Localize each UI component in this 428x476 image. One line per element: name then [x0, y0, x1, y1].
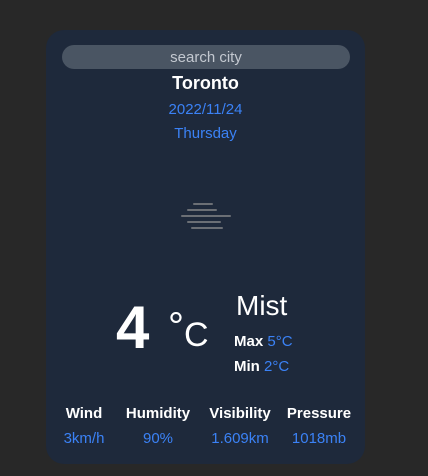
- mist-icon: [181, 203, 231, 229]
- unit-letter: C: [184, 316, 209, 354]
- stat-humidity: Humidity 90%: [126, 405, 190, 447]
- weather-condition: Mist: [236, 290, 288, 321]
- stat-value: 1.609km: [211, 430, 269, 447]
- date-text: 2022/11/24: [168, 101, 243, 118]
- weather-card: Toronto 2022/11/24 Thursday 4 °C Mist Ma…: [46, 30, 365, 464]
- degree-symbol: °: [168, 305, 184, 349]
- stat-pressure: Pressure 1018mb: [287, 405, 351, 447]
- temperature-unit: °C: [168, 307, 209, 352]
- stat-visibility: Visibility 1.609km: [209, 405, 270, 447]
- min-value: 2°C: [264, 358, 290, 375]
- stat-label: Wind: [65, 405, 103, 422]
- stat-label: Humidity: [125, 405, 191, 422]
- min-label: Min: [234, 358, 260, 375]
- min-temperature: Min 2°C: [234, 359, 289, 374]
- stat-label: Visibility: [209, 405, 271, 422]
- stat-value: 3km/h: [63, 430, 105, 447]
- stat-value: 1018mb: [291, 430, 347, 447]
- day-text: Thursday: [174, 125, 237, 142]
- max-value: 5°C: [267, 333, 293, 350]
- stat-label: Pressure: [286, 405, 352, 422]
- temperature-value: 4: [116, 294, 150, 361]
- stat-wind: Wind 3km/h: [64, 405, 105, 447]
- search-input[interactable]: [62, 45, 350, 69]
- stats-row: Wind 3km/h Humidity 90% Visibility 1.609…: [46, 405, 365, 453]
- city-name: Toronto: [172, 73, 239, 93]
- max-label: Max: [234, 333, 264, 350]
- stat-value: 90%: [142, 430, 174, 447]
- max-temperature: Max 5°C: [234, 334, 293, 349]
